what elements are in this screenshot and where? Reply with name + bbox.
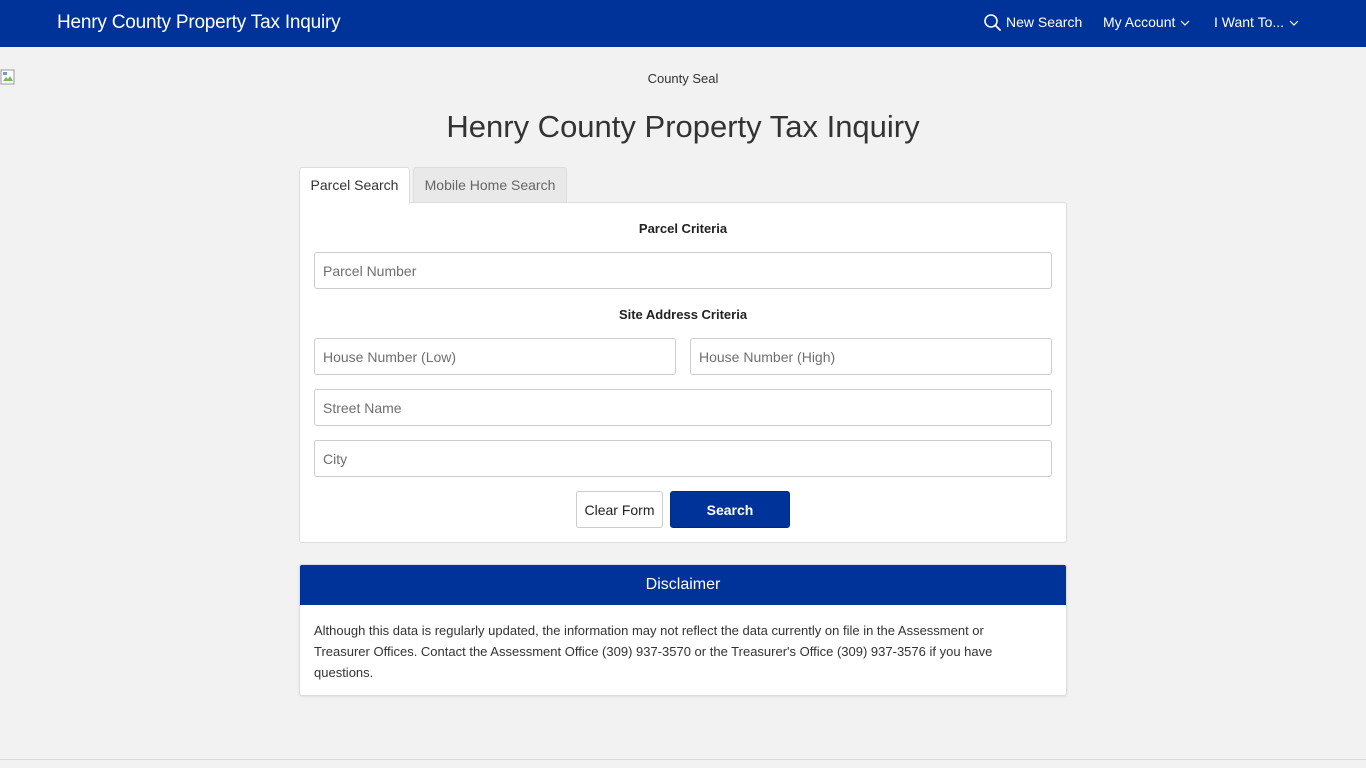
search-button[interactable]: Search [670, 491, 790, 528]
disclaimer-text: Although this data is regularly updated,… [314, 623, 993, 680]
house-number-low-input[interactable] [314, 338, 676, 375]
disclaimer-heading: Disclaimer [300, 565, 1066, 605]
new-search-link[interactable]: New Search [984, 14, 1082, 31]
i-want-to-label: I Want To... [1214, 14, 1285, 30]
street-name-input[interactable] [314, 389, 1052, 426]
i-want-to-dropdown[interactable]: I Want To... [1214, 14, 1299, 31]
page-title: Henry County Property Tax Inquiry [446, 109, 920, 144]
parcel-number-input[interactable] [314, 252, 1052, 289]
parcel-search-panel: Parcel Criteria Site Address Criteria Cl… [299, 202, 1067, 543]
footer-divider [0, 759, 1366, 760]
chevron-down-icon [1180, 20, 1190, 26]
parcel-criteria-heading: Parcel Criteria [638, 221, 728, 236]
my-account-dropdown[interactable]: My Account [1103, 14, 1190, 31]
city-input[interactable] [314, 440, 1052, 477]
tab-mobile-home-search[interactable]: Mobile Home Search [413, 167, 567, 203]
county-seal: County Seal [647, 71, 719, 86]
clear-form-button[interactable]: Clear Form [576, 491, 663, 528]
my-account-label: My Account [1103, 14, 1176, 30]
search-icon [984, 14, 1001, 31]
top-navbar: Henry County Property Tax Inquiry New Se… [0, 0, 1366, 47]
site-address-criteria-heading: Site Address Criteria [618, 307, 748, 322]
chevron-down-icon [1289, 20, 1299, 26]
new-search-label: New Search [1006, 14, 1083, 30]
house-number-high-input[interactable] [690, 338, 1052, 375]
tab-parcel-search[interactable]: Parcel Search [299, 167, 410, 204]
disclaimer-panel: Disclaimer Although this data is regular… [299, 564, 1067, 696]
brand-title[interactable]: Henry County Property Tax Inquiry [57, 12, 341, 34]
